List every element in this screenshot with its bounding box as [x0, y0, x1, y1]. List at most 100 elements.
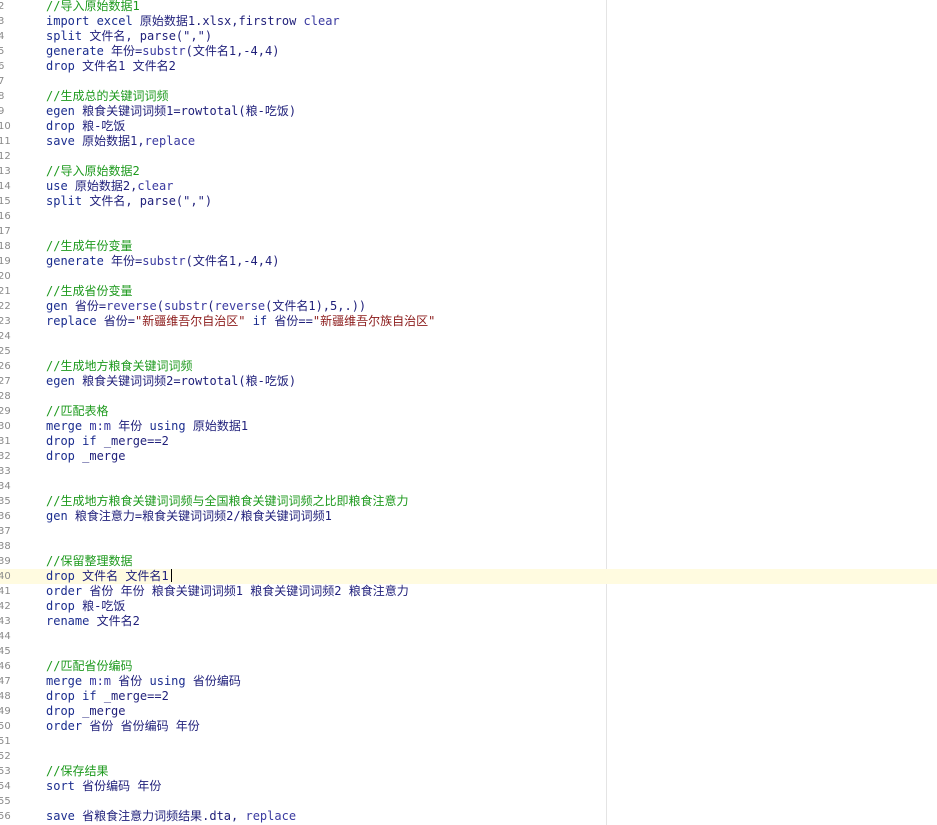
- code-text[interactable]: //生成地方粮食关键词词频: [46, 359, 192, 374]
- code-text[interactable]: sort 省份编码 年份: [46, 779, 161, 794]
- code-line[interactable]: 14 use 原始数据2,clear: [0, 179, 937, 194]
- code-line[interactable]: 47 merge m:m 省份 using 省份编码: [0, 674, 937, 689]
- code-line[interactable]: 30 merge m:m 年份 using 原始数据1: [0, 419, 937, 434]
- code-text[interactable]: generate 年份=substr(文件名1,-4,4): [46, 44, 279, 59]
- code-text[interactable]: gen 粮食注意力=粮食关键词词频2/粮食关键词词频1: [46, 509, 332, 524]
- code-token-keyword: egen: [46, 374, 83, 388]
- code-line[interactable]: 24: [0, 329, 937, 344]
- code-text[interactable]: egen 粮食关键词词频1=rowtotal(粮-吃饭): [46, 104, 296, 119]
- code-text[interactable]: drop 粮-吃饭: [46, 599, 125, 614]
- code-text[interactable]: //生成省份变量: [46, 284, 132, 299]
- code-line[interactable]: 29 //匹配表格: [0, 404, 937, 419]
- code-line[interactable]: 55: [0, 794, 937, 809]
- code-line[interactable]: 40 drop 文件名 文件名1: [0, 569, 937, 584]
- code-line[interactable]: 42 drop 粮-吃饭: [0, 599, 937, 614]
- code-text[interactable]: rename 文件名2: [46, 614, 140, 629]
- code-text[interactable]: merge m:m 年份 using 原始数据1: [46, 419, 248, 434]
- code-token-func: m:m: [89, 674, 119, 688]
- code-line[interactable]: 9 egen 粮食关键词词频1=rowtotal(粮-吃饭): [0, 104, 937, 119]
- code-text[interactable]: egen 粮食关键词词频2=rowtotal(粮-吃饭): [46, 374, 296, 389]
- code-line[interactable]: 16: [0, 209, 937, 224]
- code-line[interactable]: 31 drop if _merge==2: [0, 434, 937, 449]
- code-line[interactable]: 15 split 文件名, parse(","): [0, 194, 937, 209]
- code-line[interactable]: 41 order 省份 年份 粮食关键词词频1 粮食关键词词频2 粮食注意力: [0, 584, 937, 599]
- code-text[interactable]: save 原始数据1,replace: [46, 134, 195, 149]
- code-text[interactable]: drop 文件名 文件名1: [46, 569, 172, 584]
- code-line[interactable]: 48 drop if _merge==2: [0, 689, 937, 704]
- line-number: 31: [0, 436, 11, 447]
- code-line[interactable]: 11 save 原始数据1,replace: [0, 134, 937, 149]
- code-line[interactable]: 6 drop 文件名1 文件名2: [0, 59, 937, 74]
- code-line[interactable]: 45: [0, 644, 937, 659]
- code-line[interactable]: 21 //生成省份变量: [0, 284, 937, 299]
- code-text[interactable]: drop _merge: [46, 449, 125, 464]
- do-file-editor[interactable]: 2 //导入原始数据1 3 import excel 原始数据1.xlsx,first…: [0, 0, 937, 825]
- code-line[interactable]: 50 order 省份 省份编码 年份: [0, 719, 937, 734]
- code-text[interactable]: save 省粮食注意力词频结果.dta, replace: [46, 809, 296, 824]
- line-number: 17: [0, 226, 11, 237]
- code-text[interactable]: //生成年份变量: [46, 239, 132, 254]
- code-text[interactable]: generate 年份=substr(文件名1,-4,4): [46, 254, 279, 269]
- code-line[interactable]: 4 split 文件名, parse(","): [0, 29, 937, 44]
- code-line[interactable]: 44: [0, 629, 937, 644]
- code-text[interactable]: //保留整理数据: [46, 554, 132, 569]
- code-text[interactable]: //导入原始数据1: [46, 0, 140, 14]
- line-number: 11: [0, 136, 11, 147]
- code-line[interactable]: 46 //匹配省份编码: [0, 659, 937, 674]
- code-line[interactable]: 33: [0, 464, 937, 479]
- code-text[interactable]: //保存结果: [46, 764, 108, 779]
- code-line[interactable]: 28: [0, 389, 937, 404]
- code-text[interactable]: //导入原始数据2: [46, 164, 140, 179]
- code-text[interactable]: //生成地方粮食关键词词频与全国粮食关键词词频之比即粮食注意力: [46, 494, 408, 509]
- code-line[interactable]: 39 //保留整理数据: [0, 554, 937, 569]
- code-line[interactable]: 38: [0, 539, 937, 554]
- code-text[interactable]: split 文件名, parse(","): [46, 194, 212, 209]
- code-line[interactable]: 23 replace 省份="新疆维吾尔自治区" if 省份=="新疆维吾尔族自治…: [0, 314, 937, 329]
- code-text[interactable]: //生成总的关键词词频: [46, 89, 168, 104]
- code-line[interactable]: 37: [0, 524, 937, 539]
- code-line[interactable]: 54 sort 省份编码 年份: [0, 779, 937, 794]
- code-line[interactable]: 17: [0, 224, 937, 239]
- code-line[interactable]: 10 drop 粮-吃饭: [0, 119, 937, 134]
- code-text[interactable]: import excel 原始数据1.xlsx,firstrow clear: [46, 14, 340, 29]
- code-line[interactable]: 32 drop _merge: [0, 449, 937, 464]
- code-text[interactable]: //匹配省份编码: [46, 659, 132, 674]
- code-line[interactable]: 53 //保存结果: [0, 764, 937, 779]
- code-line[interactable]: 36 gen 粮食注意力=粮食关键词词频2/粮食关键词词频1: [0, 509, 937, 524]
- code-line[interactable]: 12: [0, 149, 937, 164]
- code-text[interactable]: gen 省份=reverse(substr(reverse(文件名1),5,.)…: [46, 299, 366, 314]
- code-line[interactable]: 35 //生成地方粮食关键词词频与全国粮食关键词词频之比即粮食注意力: [0, 494, 937, 509]
- code-line[interactable]: 7: [0, 74, 937, 89]
- code-text[interactable]: drop if _merge==2: [46, 434, 169, 449]
- code-line[interactable]: 8 //生成总的关键词词频: [0, 89, 937, 104]
- code-text[interactable]: merge m:m 省份 using 省份编码: [46, 674, 241, 689]
- code-line[interactable]: 3 import excel 原始数据1.xlsx,firstrow clear: [0, 14, 937, 29]
- code-text[interactable]: drop 粮-吃饭: [46, 119, 125, 134]
- code-line[interactable]: 18 //生成年份变量: [0, 239, 937, 254]
- code-text[interactable]: split 文件名, parse(","): [46, 29, 212, 44]
- code-line[interactable]: 5 generate 年份=substr(文件名1,-4,4): [0, 44, 937, 59]
- code-line[interactable]: 49 drop _merge: [0, 704, 937, 719]
- code-line[interactable]: 20: [0, 269, 937, 284]
- code-line[interactable]: 27 egen 粮食关键词词频2=rowtotal(粮-吃饭): [0, 374, 937, 389]
- code-line[interactable]: 26 //生成地方粮食关键词词频: [0, 359, 937, 374]
- code-line[interactable]: 25: [0, 344, 937, 359]
- code-line[interactable]: 34: [0, 479, 937, 494]
- line-number: 16: [0, 211, 11, 222]
- code-line[interactable]: 56 save 省粮食注意力词频结果.dta, replace: [0, 809, 937, 824]
- code-text[interactable]: use 原始数据2,clear: [46, 179, 173, 194]
- code-text[interactable]: order 省份 省份编码 年份: [46, 719, 200, 734]
- code-text[interactable]: drop 文件名1 文件名2: [46, 59, 176, 74]
- code-line[interactable]: 43 rename 文件名2: [0, 614, 937, 629]
- code-line[interactable]: 2 //导入原始数据1: [0, 0, 937, 14]
- code-line[interactable]: 19 generate 年份=substr(文件名1,-4,4): [0, 254, 937, 269]
- code-text[interactable]: drop _merge: [46, 704, 125, 719]
- code-line[interactable]: 51: [0, 734, 937, 749]
- code-text[interactable]: drop if _merge==2: [46, 689, 169, 704]
- code-line[interactable]: 52: [0, 749, 937, 764]
- code-text[interactable]: replace 省份="新疆维吾尔自治区" if 省份=="新疆维吾尔族自治区": [46, 314, 435, 329]
- code-line[interactable]: 13 //导入原始数据2: [0, 164, 937, 179]
- code-line[interactable]: 22 gen 省份=reverse(substr(reverse(文件名1),5,…: [0, 299, 937, 314]
- code-text[interactable]: //匹配表格: [46, 404, 108, 419]
- code-text[interactable]: order 省份 年份 粮食关键词词频1 粮食关键词词频2 粮食注意力: [46, 584, 409, 599]
